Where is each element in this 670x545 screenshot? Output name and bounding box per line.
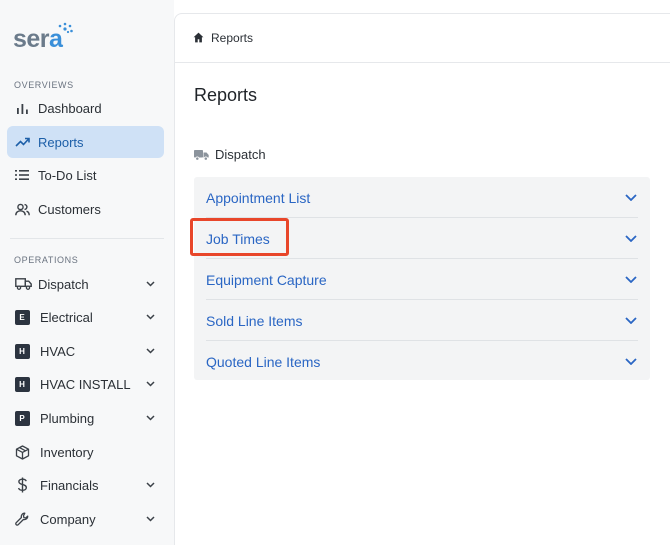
- sidebar-item-label: Customers: [38, 201, 101, 217]
- sidebar-item-todo[interactable]: To-Do List: [7, 159, 164, 191]
- sidebar-item-company[interactable]: Company: [7, 503, 164, 535]
- report-row-sold-line-items[interactable]: Sold Line Items: [194, 300, 650, 341]
- chevron-down-icon: [144, 513, 156, 525]
- sidebar-item-plumbing[interactable]: P Plumbing: [7, 402, 164, 434]
- sidebar-item-dashboard[interactable]: Dashboard: [7, 92, 164, 124]
- chevron-down-icon: [624, 355, 638, 369]
- report-row-quoted-line-items[interactable]: Quoted Line Items: [194, 341, 650, 382]
- wrench-icon: [14, 511, 30, 527]
- box-icon: [14, 444, 30, 460]
- chevron-down-icon: [624, 273, 638, 287]
- sidebar-divider: [10, 238, 164, 239]
- section-label-overviews: OVERVIEWS: [14, 80, 74, 90]
- sidebar-item-label: Dispatch: [38, 276, 89, 292]
- chevron-down-icon: [144, 278, 156, 290]
- report-row-equipment-capture[interactable]: Equipment Capture: [194, 259, 650, 300]
- sidebar-item-financials[interactable]: Financials: [7, 469, 164, 501]
- sidebar-item-label: To-Do List: [38, 167, 97, 183]
- letter-badge-h: H: [14, 343, 30, 359]
- logo-sparkle-icon: [58, 22, 73, 34]
- home-icon[interactable]: [193, 32, 205, 44]
- sidebar-item-label: Reports: [38, 134, 84, 150]
- letter-badge-e: E: [14, 309, 30, 325]
- main-content: Reports Reports Dispatch Appointment Lis…: [174, 13, 670, 545]
- trend-up-icon: [14, 134, 30, 150]
- chevron-down-icon: [144, 311, 156, 323]
- chevron-down-icon: [144, 345, 156, 357]
- report-group-header: Dispatch: [194, 147, 266, 162]
- sidebar-item-label: HVAC INSTALL: [40, 376, 131, 392]
- breadcrumb-item-reports[interactable]: Reports: [211, 31, 253, 45]
- sidebar-item-label: Plumbing: [40, 410, 95, 426]
- sidebar-item-label: Company: [40, 511, 96, 527]
- sera-logo[interactable]: sera: [13, 22, 73, 53]
- report-label: Quoted Line Items: [206, 353, 321, 370]
- sidebar: sera OVERVIEWS Dashboard Reports To-Do L…: [0, 0, 174, 545]
- reports-accordion: Appointment List Job Times Equipment Cap…: [194, 177, 650, 380]
- sidebar-item-hvac-install[interactable]: H HVAC INSTALL: [7, 368, 164, 400]
- users-icon: [14, 201, 30, 217]
- breadcrumb: Reports: [193, 31, 253, 45]
- sidebar-item-label: Electrical: [40, 309, 93, 325]
- report-label: Sold Line Items: [206, 312, 303, 329]
- chevron-down-icon: [144, 412, 156, 424]
- sidebar-item-customers[interactable]: Customers: [7, 193, 164, 225]
- chevron-down-icon: [144, 378, 156, 390]
- chevron-down-icon: [624, 232, 638, 246]
- logo-text: ser: [13, 25, 50, 53]
- letter-badge-p: P: [14, 410, 30, 426]
- letter-badge-h: H: [14, 376, 30, 392]
- sidebar-item-hvac[interactable]: H HVAC: [7, 335, 164, 367]
- highlight-box: [190, 218, 289, 256]
- report-label: Appointment List: [206, 189, 311, 206]
- report-label: Equipment Capture: [206, 271, 327, 288]
- sidebar-item-inventory[interactable]: Inventory: [7, 436, 164, 468]
- header-divider: [175, 62, 670, 63]
- sidebar-item-reports[interactable]: Reports: [7, 126, 164, 158]
- sidebar-item-label: Financials: [40, 477, 99, 493]
- bar-chart-icon: [14, 100, 30, 116]
- sidebar-item-dispatch[interactable]: Dispatch: [7, 268, 164, 300]
- dollar-icon: [14, 477, 30, 493]
- sidebar-item-label: Dashboard: [38, 100, 102, 116]
- sidebar-item-label: HVAC: [40, 343, 76, 359]
- chevron-down-icon: [624, 191, 638, 205]
- sidebar-item-electrical[interactable]: E Electrical: [7, 301, 164, 333]
- page-title: Reports: [194, 85, 258, 105]
- report-row-appointment-list[interactable]: Appointment List: [194, 177, 650, 218]
- sidebar-item-label: Inventory: [40, 444, 94, 460]
- section-label-operations: OPERATIONS: [14, 255, 79, 265]
- chevron-down-icon: [144, 479, 156, 491]
- list-icon: [14, 167, 30, 183]
- truck-icon: [14, 276, 32, 292]
- truck-icon: [194, 149, 209, 161]
- report-group-title: Dispatch: [215, 147, 266, 162]
- chevron-down-icon: [624, 314, 638, 328]
